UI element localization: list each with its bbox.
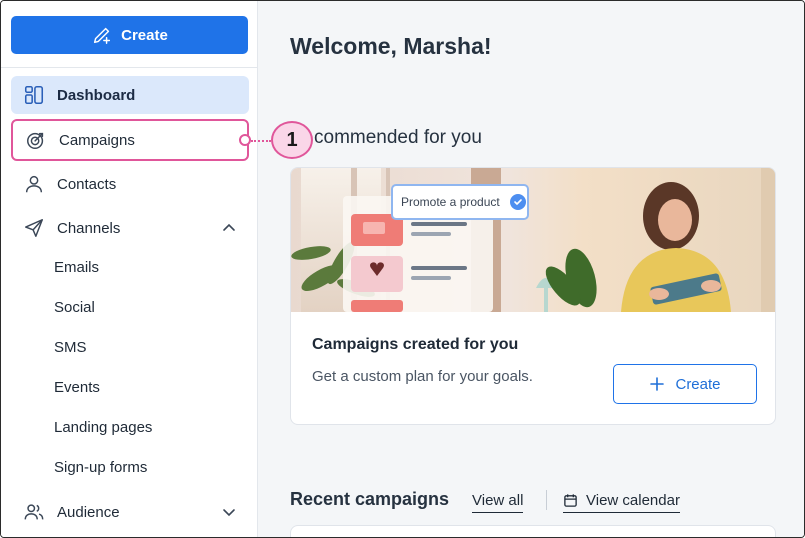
view-calendar-label: View calendar xyxy=(586,492,680,509)
sidebar-item-audience[interactable]: Audience xyxy=(11,493,249,531)
edit-plus-icon xyxy=(94,27,111,44)
people-icon xyxy=(24,504,44,520)
recent-campaigns-card xyxy=(290,525,776,537)
plus-icon xyxy=(650,377,665,391)
create-button-label: Create xyxy=(121,26,168,44)
sidebar-item-campaigns[interactable]: Campaigns xyxy=(11,119,249,161)
sidebar-item-label: Campaigns xyxy=(59,131,135,149)
dashboard-icon xyxy=(24,85,44,105)
person-icon xyxy=(25,175,43,193)
sidebar-subitem-social[interactable]: Social xyxy=(54,299,95,316)
sidebar-subitem-landing-pages[interactable]: Landing pages xyxy=(54,419,152,436)
sidebar-item-dashboard[interactable]: Dashboard xyxy=(11,76,249,114)
sidebar-item-label: Dashboard xyxy=(57,86,136,104)
sidebar-item-channels[interactable]: Channels xyxy=(11,209,249,247)
sidebar-subitem-sms[interactable]: SMS xyxy=(54,339,87,356)
app-window: Create Dashboard Campaigns Contacts Chan… xyxy=(0,0,805,538)
sidebar-divider xyxy=(1,67,258,68)
send-icon xyxy=(25,219,43,237)
recent-campaigns-heading: Recent campaigns xyxy=(290,489,450,509)
calendar-icon xyxy=(564,494,577,507)
card-create-button[interactable]: Create xyxy=(613,364,757,404)
card-title: Campaigns created for you xyxy=(312,336,519,353)
promote-product-chip: Promote a product xyxy=(391,184,529,220)
callout-connector xyxy=(251,140,271,142)
sidebar-item-label: Audience xyxy=(57,503,120,521)
sidebar-item-contacts[interactable]: Contacts xyxy=(11,165,249,203)
create-button[interactable]: Create xyxy=(11,16,248,54)
chevron-down-icon[interactable] xyxy=(221,504,237,520)
sidebar-subitem-events[interactable]: Events xyxy=(54,379,100,396)
target-icon xyxy=(27,132,44,149)
card-subtitle: Get a custom plan for your goals. xyxy=(312,368,533,385)
main-content: Welcome, Marsha! commended for you Promo… xyxy=(258,1,804,537)
card-create-label: Create xyxy=(675,375,721,393)
promote-product-label: Promote a product xyxy=(401,195,500,209)
sidebar: Create Dashboard Campaigns Contacts Chan… xyxy=(1,1,258,537)
link-divider xyxy=(546,490,547,510)
view-all-link[interactable]: View all xyxy=(472,492,524,513)
page-title: Welcome, Marsha! xyxy=(290,33,492,59)
recommendation-card: Promote a product Campaigns created for … xyxy=(290,167,776,425)
view-calendar-link[interactable]: View calendar xyxy=(563,492,680,513)
check-icon xyxy=(509,194,526,210)
chevron-up-icon[interactable] xyxy=(221,220,237,236)
callout-badge: 1 xyxy=(271,121,313,159)
hero-illustration xyxy=(291,168,775,312)
recommended-heading: commended for you xyxy=(314,127,482,148)
sidebar-subitem-signup-forms[interactable]: Sign-up forms xyxy=(54,459,147,476)
callout-anchor xyxy=(239,134,251,146)
sidebar-item-label: Contacts xyxy=(57,175,117,193)
card-hero-image: Promote a product xyxy=(291,168,775,312)
sidebar-item-label: Channels xyxy=(57,219,121,237)
sidebar-subitem-emails[interactable]: Emails xyxy=(54,259,99,276)
